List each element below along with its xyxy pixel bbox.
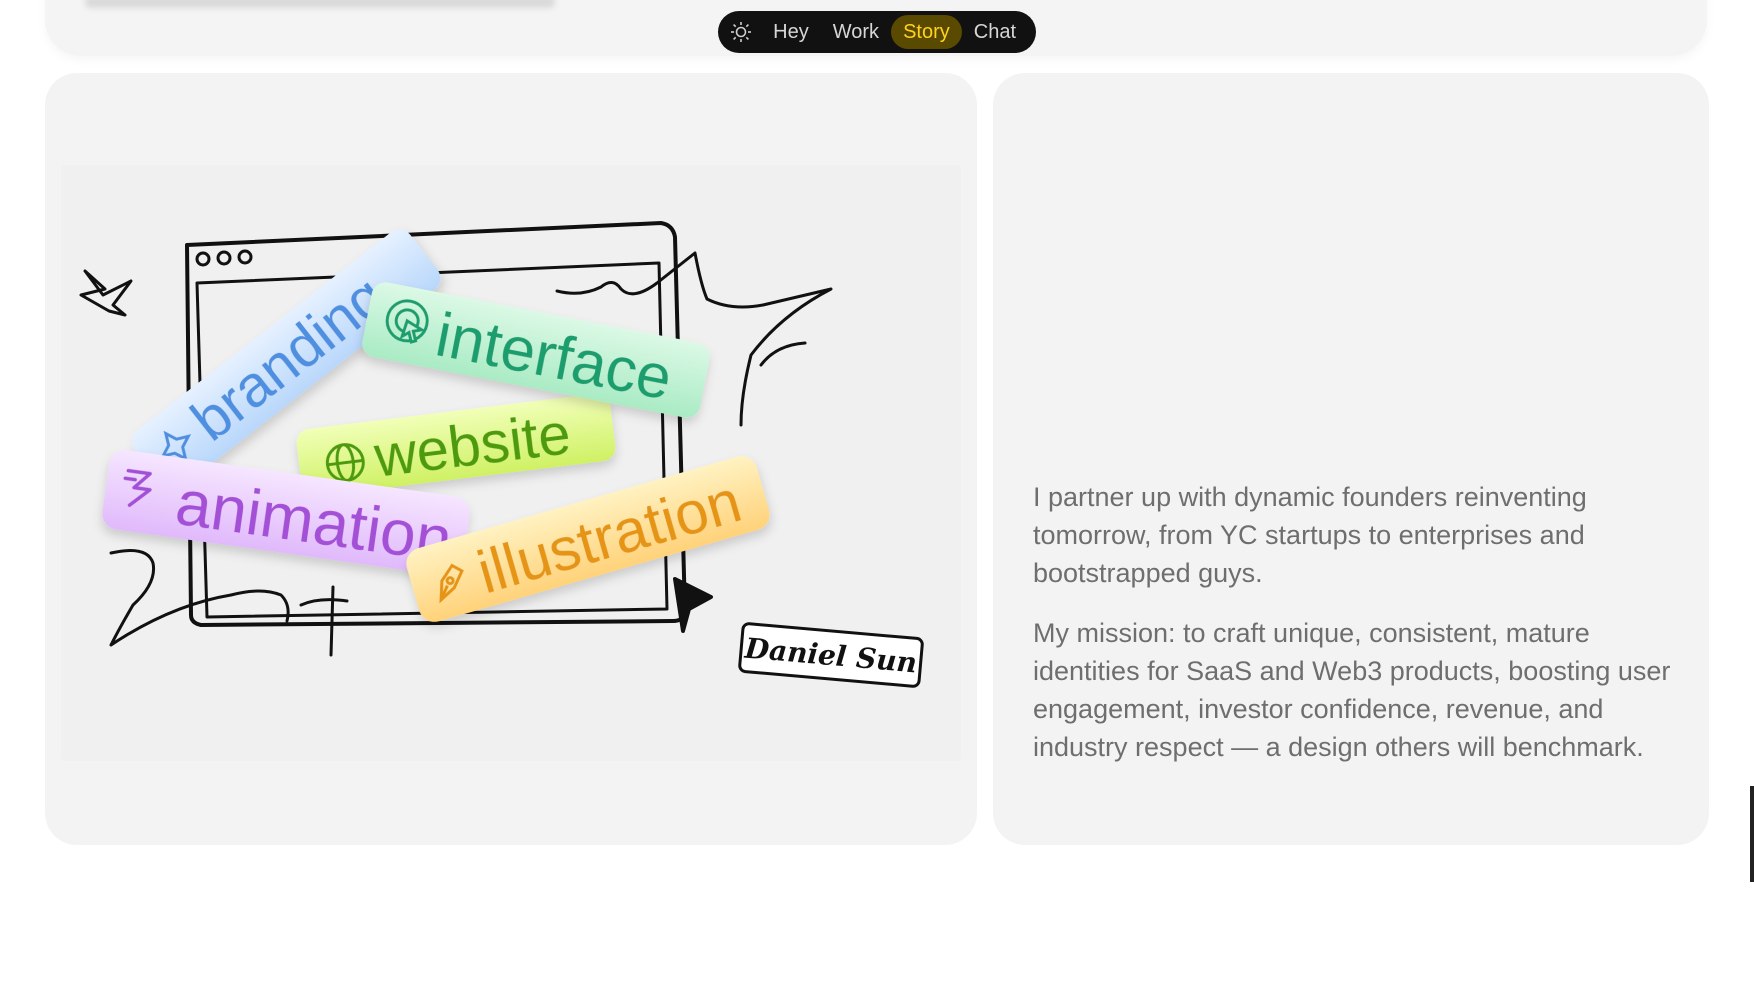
tag-website-label: website <box>370 401 574 490</box>
nav-hey[interactable]: Hey <box>761 15 821 49</box>
nav-story[interactable]: Story <box>891 15 962 49</box>
nav-chat[interactable]: Chat <box>962 15 1028 49</box>
tag-illustration-label: illustration <box>470 467 748 606</box>
signature: Daniel Sun <box>738 622 924 688</box>
sun-icon[interactable] <box>726 17 755 47</box>
top-nav: Hey Work Story Chat <box>718 11 1036 53</box>
illustration-card: branding website interface animation ill… <box>45 73 977 845</box>
story-text: I partner up with dynamic founders reinv… <box>1033 478 1673 788</box>
story-paragraph-2: My mission: to craft unique, consistent,… <box>1033 618 1671 762</box>
story-card: I partner up with dynamic founders reinv… <box>993 73 1709 845</box>
story-paragraph-1: I partner up with dynamic founders reinv… <box>1033 482 1587 588</box>
nav-work[interactable]: Work <box>821 15 891 49</box>
blurred-text <box>85 0 555 8</box>
services-illustration: branding website interface animation ill… <box>61 165 961 761</box>
scrollbar-thumb[interactable] <box>1750 786 1754 882</box>
